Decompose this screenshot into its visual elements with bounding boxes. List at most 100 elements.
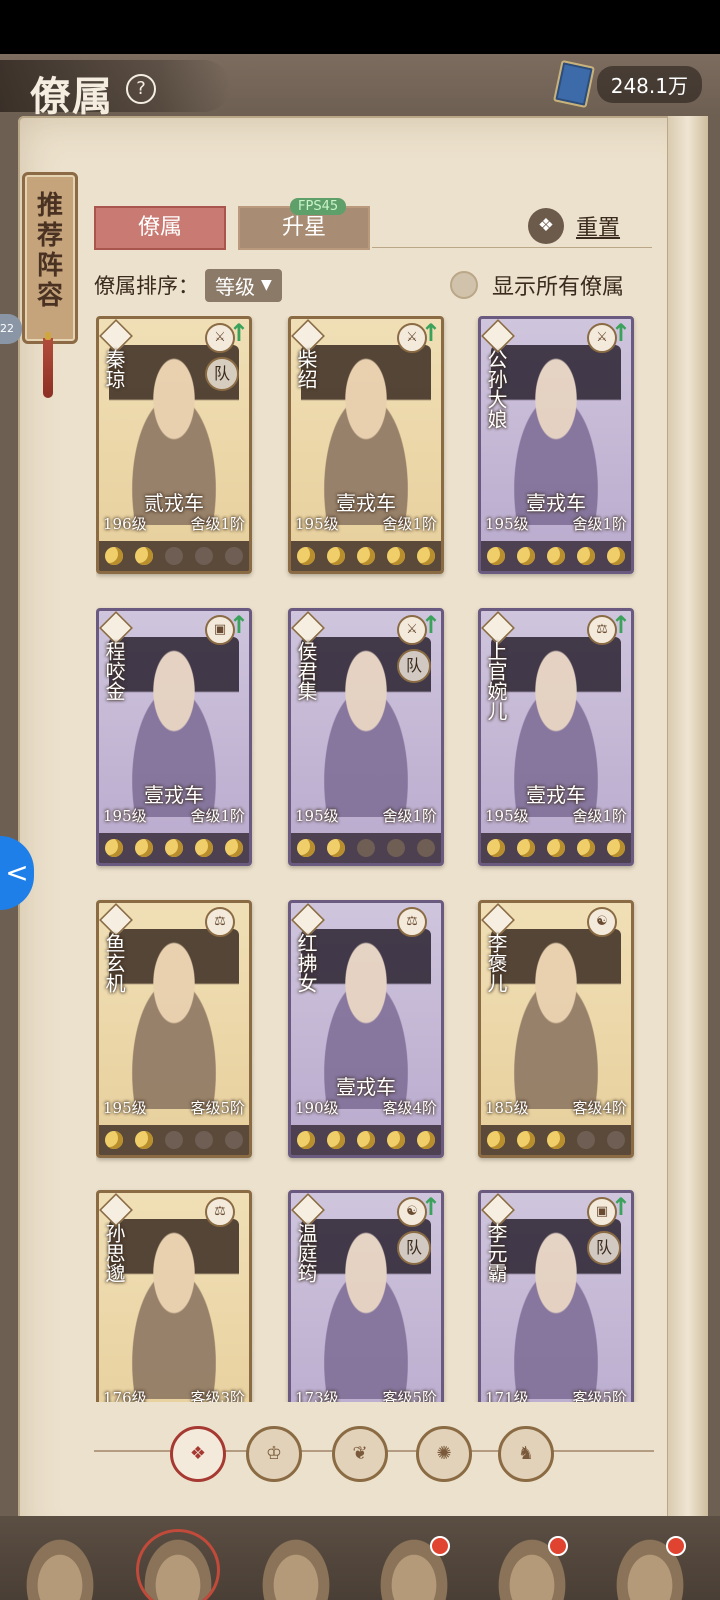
- moon-star-icon: [547, 1131, 565, 1149]
- moon-star-icon: [195, 839, 213, 857]
- filter-horse-icon[interactable]: ♞: [498, 1426, 554, 1482]
- notification-dot: [548, 1536, 568, 1556]
- character-card[interactable]: ⚖ ↑ 上官婉儿 壹戎车 195级 舍级1阶: [478, 608, 634, 866]
- character-card[interactable]: ⚔ ↑ 队秦琼 贰戎车 196级 舍级1阶: [96, 316, 252, 574]
- rank-label: 壹戎车: [144, 783, 204, 807]
- notification-dot: [666, 1536, 686, 1556]
- stats-row: 195级 舍级1阶: [295, 513, 437, 534]
- moon-star-icon: [105, 547, 123, 565]
- rank-label: 壹戎车: [526, 491, 586, 515]
- character-card[interactable]: ☯ ↑ 队温庭筠 173级 客级5阶: [288, 1190, 444, 1402]
- character-card[interactable]: ⚔ ↑ 公孙大娘 壹戎车 195级 舍级1阶: [478, 316, 634, 574]
- book-spine: [667, 116, 708, 1556]
- character-card[interactable]: ⚔ ↑ 柴绍 壹戎车 195级 舍级1阶: [288, 316, 444, 574]
- stats-row: 195级 客级5阶: [103, 1097, 245, 1118]
- tab-subordinates[interactable]: 僚属: [94, 206, 226, 250]
- upgrade-arrow-icon: ↑: [610, 611, 631, 639]
- character-name: 程咬金: [102, 641, 126, 701]
- filter-fan-icon[interactable]: ✺: [416, 1426, 472, 1482]
- filter-bell-icon[interactable]: ♔: [246, 1426, 302, 1482]
- grade-label: 客级5阶: [190, 1099, 245, 1117]
- upgrade-arrow-icon: ↑: [610, 319, 631, 347]
- grade-label: 客级4阶: [382, 1099, 437, 1117]
- character-card[interactable]: ⚔ ↑ 队侯君集 195级 舍级1阶: [288, 608, 444, 866]
- nav-item[interactable]: 僚属: [128, 1532, 228, 1600]
- character-name: 上官婉儿: [484, 641, 508, 721]
- character-card[interactable]: ⚖ 孙思邈 176级 客级3阶: [96, 1190, 252, 1402]
- sort-label: 僚属排序：: [94, 274, 199, 298]
- show-all-toggle[interactable]: 显示所有僚属: [450, 268, 624, 302]
- nav-item[interactable]: 城郊: [482, 1532, 582, 1600]
- show-all-checkbox[interactable]: [450, 271, 478, 299]
- stats-row: 195级 舍级1阶: [295, 805, 437, 826]
- character-card[interactable]: ⚖ 红拂女 壹戎车 190级 客级4阶: [288, 900, 444, 1158]
- character-name: 公孙大娘: [484, 349, 508, 429]
- fps-counter: FPS45: [290, 198, 347, 215]
- moon-star-icon: [165, 547, 183, 565]
- reset-button[interactable]: ❖ 重置: [528, 206, 620, 246]
- star-row: [481, 541, 631, 571]
- moon-star-icon: [517, 1131, 535, 1149]
- sort-dropdown[interactable]: 等级 ▼: [205, 268, 282, 302]
- sort-value: 等级: [215, 274, 255, 299]
- level-label: 195级: [295, 807, 339, 825]
- nav-art: [139, 1532, 217, 1600]
- moon-star-icon: [487, 839, 505, 857]
- scale-icon: ⚖: [205, 1197, 235, 1227]
- grade-label: 客级3阶: [190, 1389, 245, 1402]
- level-label: 176级: [103, 1389, 147, 1402]
- nav-item[interactable]: 县邑: [10, 1532, 110, 1600]
- team-badge: 队: [205, 357, 239, 391]
- nav-item[interactable]: 政务: [246, 1532, 346, 1600]
- moon-star-icon: [327, 547, 345, 565]
- category-filter-bar: ❖ ♔ ❦ ✺ ♞: [94, 1422, 654, 1482]
- book-currency-icon: [552, 59, 595, 109]
- character-card[interactable]: ▣ ↑ 队李元霸 171级 客级5阶: [478, 1190, 634, 1402]
- moon-star-icon: [297, 839, 315, 857]
- character-card[interactable]: ▣ ↑ 程咬金 壹戎车 195级 舍级1阶: [96, 608, 252, 866]
- character-name: 秦琼: [102, 349, 126, 389]
- filter-gourd-icon[interactable]: ❦: [332, 1426, 388, 1482]
- moon-star-icon: [577, 839, 595, 857]
- grade-label: 舍级1阶: [190, 807, 245, 825]
- level-label: 195级: [103, 807, 147, 825]
- filter-all-icon[interactable]: ❖: [170, 1426, 226, 1482]
- upgrade-arrow-icon: ↑: [420, 1193, 441, 1221]
- stats-row: 173级 客级5阶: [295, 1387, 437, 1402]
- moon-star-icon: [577, 1131, 595, 1149]
- character-name: 孙思邈: [102, 1223, 126, 1283]
- team-badge: 队: [397, 649, 431, 683]
- reset-icon: ❖: [528, 208, 564, 244]
- moon-star-icon: [327, 839, 345, 857]
- character-portrait: [109, 929, 239, 1109]
- level-label: 195级: [295, 515, 339, 533]
- character-name: 侯君集: [294, 641, 318, 701]
- level-label: 195级: [485, 515, 529, 533]
- moon-star-icon: [225, 547, 243, 565]
- currency-display[interactable]: 248.1万: [552, 59, 702, 109]
- character-card[interactable]: ☯ 李褒儿 185级 客级4阶: [478, 900, 634, 1158]
- character-name: 鱼玄机: [102, 933, 126, 993]
- character-portrait: [109, 1219, 239, 1399]
- rank-label: 壹戎车: [336, 491, 396, 515]
- chevron-down-icon: ▼: [261, 277, 272, 293]
- nav-item[interactable]: 州: [364, 1532, 464, 1600]
- moon-star-icon: [165, 1131, 183, 1149]
- stats-row: 195级 舍级1阶: [485, 805, 627, 826]
- moon-star-icon: [105, 1131, 123, 1149]
- moon-star-icon: [327, 1131, 345, 1149]
- sort-row: 僚属排序： 等级 ▼: [94, 268, 282, 302]
- nav-item[interactable]: 九州: [600, 1532, 700, 1600]
- moon-star-icon: [297, 1131, 315, 1149]
- moon-star-icon: [607, 547, 625, 565]
- moon-star-icon: [195, 547, 213, 565]
- moon-star-icon: [225, 839, 243, 857]
- recommend-lineup-button[interactable]: 推荐阵容: [22, 172, 78, 344]
- stats-row: 176级 客级3阶: [103, 1387, 245, 1402]
- upgrade-arrow-icon: ↑: [228, 319, 249, 347]
- moon-star-icon: [135, 839, 153, 857]
- grade-label: 客级4阶: [572, 1099, 627, 1117]
- character-card[interactable]: ⚖ 鱼玄机 195级 客级5阶: [96, 900, 252, 1158]
- help-icon[interactable]: ?: [126, 74, 156, 104]
- scale-icon: ⚖: [397, 907, 427, 937]
